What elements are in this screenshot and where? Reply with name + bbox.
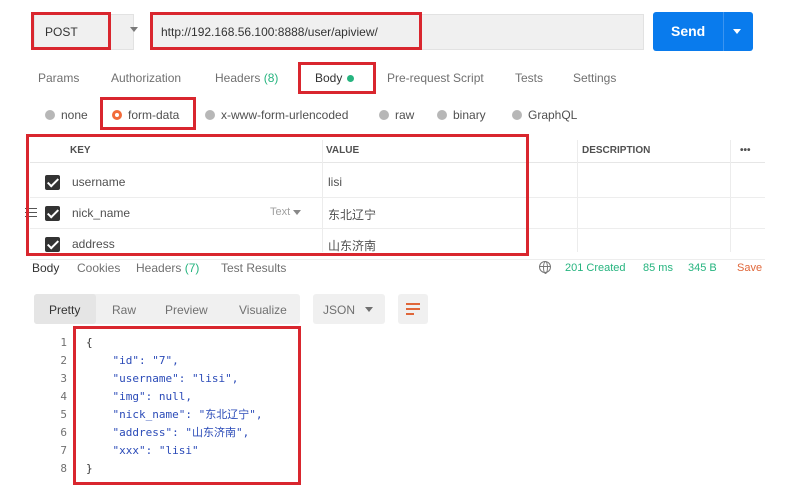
code-line: "id": "7",: [86, 354, 179, 367]
line-number: 5: [60, 408, 67, 421]
tab-tests[interactable]: Tests: [515, 71, 543, 85]
params-table-header: KEY VALUE DESCRIPTION •••: [30, 140, 765, 163]
method-label: POST: [45, 25, 78, 39]
header-value: VALUE: [326, 145, 360, 156]
response-size: 345 B: [688, 262, 717, 274]
line-number: 6: [60, 426, 67, 439]
status-code: 201 Created: [565, 262, 626, 274]
line-number: 8: [60, 462, 67, 475]
view-visualize[interactable]: Visualize: [239, 303, 287, 317]
response-tab-cookies[interactable]: Cookies: [77, 261, 120, 275]
send-label: Send: [671, 23, 706, 39]
drag-handle-icon[interactable]: [25, 208, 37, 218]
response-tab-test-results[interactable]: Test Results: [221, 261, 286, 275]
tab-authorization[interactable]: Authorization: [111, 71, 181, 85]
view-preview[interactable]: Preview: [165, 303, 208, 317]
tab-settings[interactable]: Settings: [573, 71, 616, 85]
url-text: http://192.168.56.100:8888/user/apiview/: [161, 25, 378, 39]
code-line: {: [86, 336, 93, 349]
header-description: DESCRIPTION: [582, 145, 651, 156]
view-pretty[interactable]: Pretty: [49, 303, 80, 317]
radio-icon: [437, 110, 447, 120]
tab-headers[interactable]: Headers (8): [215, 71, 278, 85]
radio-icon: [45, 110, 55, 120]
line-number: 3: [60, 372, 67, 385]
format-select[interactable]: JSON: [313, 294, 385, 324]
response-tab-body[interactable]: Body: [32, 261, 59, 275]
table-row: username lisi: [30, 166, 765, 198]
chevron-down-icon: [293, 209, 302, 215]
response-time: 85 ms: [643, 262, 673, 274]
code-line: }: [86, 462, 93, 475]
radio-selected-icon: [112, 110, 122, 120]
wrap-lines-icon[interactable]: [398, 294, 428, 324]
radio-raw[interactable]: raw: [379, 108, 414, 122]
row-value[interactable]: 山东济南: [328, 237, 376, 254]
line-number: 2: [60, 354, 67, 367]
chevron-down-icon[interactable]: [130, 27, 138, 32]
send-divider: [723, 12, 724, 51]
row-value[interactable]: 东北辽宁: [328, 206, 376, 223]
radio-icon: [379, 110, 389, 120]
response-tab-headers[interactable]: Headers (7): [136, 261, 199, 275]
globe-icon[interactable]: [539, 261, 551, 274]
tab-params[interactable]: Params: [38, 71, 79, 85]
radio-form-data[interactable]: form-data: [112, 108, 179, 122]
code-line: "nick_name": "东北辽宁",: [86, 408, 263, 421]
radio-graphql[interactable]: GraphQL: [512, 108, 577, 122]
row-value[interactable]: lisi: [328, 175, 342, 189]
view-mode-group: Pretty Raw Preview Visualize: [34, 294, 300, 324]
format-label: JSON: [323, 303, 356, 317]
row-key[interactable]: nick_name: [72, 206, 130, 220]
table-row: nick_name Text 东北辽宁: [25, 197, 765, 229]
response-headers-count: (7): [184, 261, 200, 275]
row-type-select[interactable]: Text: [270, 206, 302, 218]
radio-binary[interactable]: binary: [437, 108, 486, 122]
code-line: "username": "lisi",: [86, 372, 239, 385]
row-key[interactable]: address: [72, 237, 115, 251]
more-options-icon[interactable]: •••: [740, 145, 751, 156]
row-checkbox[interactable]: [45, 206, 60, 221]
tab-pre-request-script[interactable]: Pre-request Script: [387, 71, 484, 85]
chevron-down-icon: [365, 307, 373, 312]
body-active-dot-icon: [347, 75, 355, 83]
row-checkbox[interactable]: [45, 175, 60, 190]
line-number: 1: [60, 336, 67, 349]
url-input[interactable]: http://192.168.56.100:8888/user/apiview/: [150, 14, 644, 50]
send-button[interactable]: Send: [653, 12, 753, 51]
row-checkbox[interactable]: [45, 237, 60, 252]
code-line: "img": null,: [86, 390, 192, 403]
save-response-button[interactable]: Save: [737, 262, 762, 274]
headers-count: (8): [263, 71, 279, 85]
tab-body[interactable]: Body: [315, 71, 355, 85]
radio-icon: [512, 110, 522, 120]
line-number: 4: [60, 390, 67, 403]
row-key[interactable]: username: [72, 175, 125, 189]
send-options-chevron-icon[interactable]: [733, 29, 741, 34]
method-select[interactable]: POST: [34, 14, 134, 50]
radio-none[interactable]: none: [45, 108, 88, 122]
line-number: 7: [60, 444, 67, 457]
code-line: "xxx": "lisi": [86, 444, 199, 457]
table-row: address 山东济南: [30, 228, 765, 260]
radio-x-www-form-urlencoded[interactable]: x-www-form-urlencoded: [205, 108, 348, 122]
header-key: KEY: [70, 145, 91, 156]
view-raw[interactable]: Raw: [112, 303, 136, 317]
code-line: "address": "山东济南",: [86, 426, 250, 439]
radio-icon: [205, 110, 215, 120]
